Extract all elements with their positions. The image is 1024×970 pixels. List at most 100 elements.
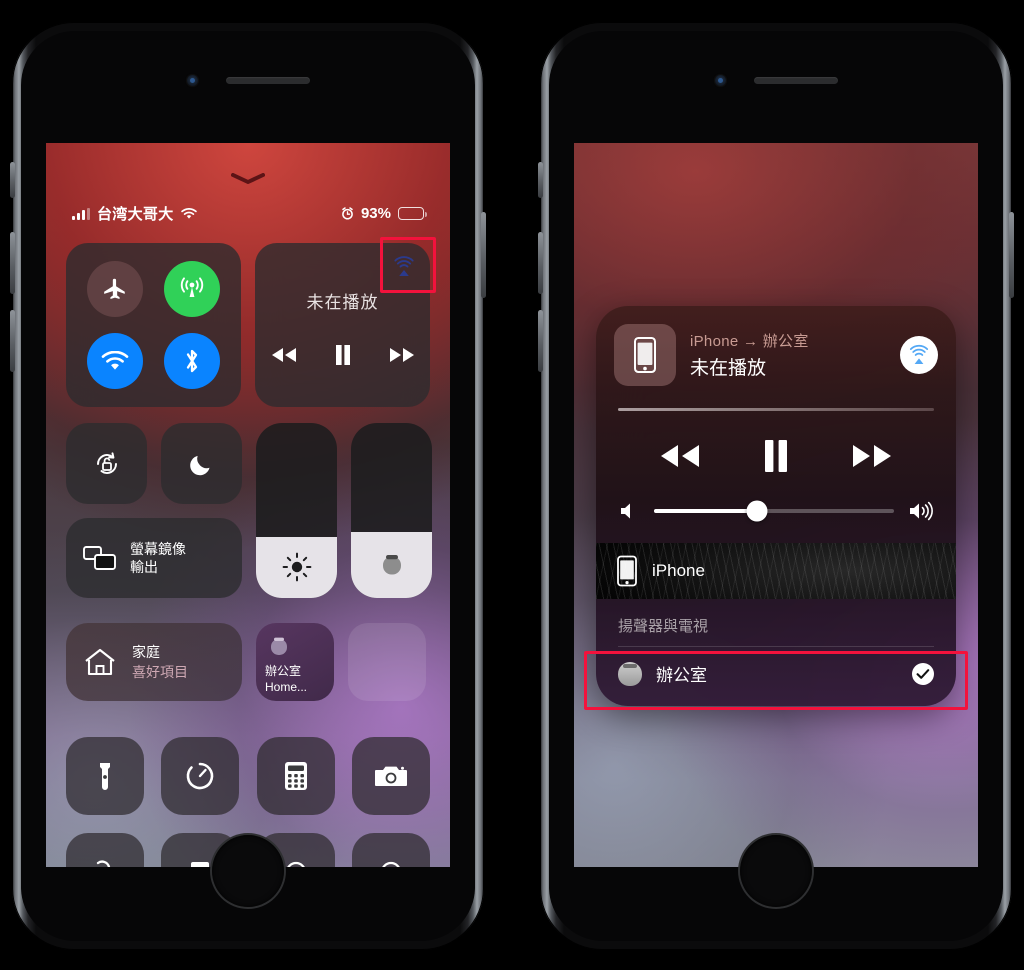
- airplane-icon: [103, 278, 125, 299]
- iphone-device-icon: [634, 337, 656, 373]
- home-button[interactable]: [212, 835, 284, 907]
- control-center-row-2: 螢幕鏡像 輸出: [66, 423, 432, 598]
- checkmark-icon: [912, 662, 934, 685]
- carrier-label: 台湾大哥大: [97, 206, 174, 223]
- bluetooth-button[interactable]: [164, 333, 221, 389]
- hearing-icon: [96, 860, 111, 867]
- volume-down-button[interactable]: [538, 310, 543, 372]
- homepod-icon: [618, 661, 642, 686]
- left-iphone-device: 台湾大哥大 93% 未在播放 螢幕鏡像 輸出 家庭 喜好項目 辦公室 Home.…: [10, 22, 486, 950]
- battery-percent-label: 93%: [360, 205, 391, 222]
- now-playing-tile[interactable]: 未在播放: [255, 237, 436, 407]
- calculator-icon: [284, 762, 307, 790]
- cellular-bars-icon: [72, 207, 90, 220]
- chevron-down-handle-icon: [231, 173, 265, 184]
- airplay-button[interactable]: [391, 254, 417, 280]
- flashlight-button[interactable]: [66, 737, 144, 815]
- speakers-section-title: 揚聲器與電視: [618, 618, 709, 635]
- voice-memo-button[interactable]: [351, 833, 430, 867]
- brightness-slider[interactable]: [256, 423, 337, 598]
- pause-icon[interactable]: [333, 343, 353, 367]
- wifi-icon: [101, 350, 129, 370]
- playback-progress-bar[interactable]: [618, 408, 934, 411]
- airplay-audio-icon: [394, 256, 414, 276]
- volume-slider-knob[interactable]: [746, 500, 768, 522]
- control-center-handle[interactable]: [231, 173, 265, 184]
- control-center-sliders: [256, 423, 432, 598]
- scan-icon: [286, 861, 305, 867]
- hearing-button[interactable]: [66, 833, 144, 867]
- cellular-antenna-icon: [181, 277, 204, 297]
- now-playing-artwork: [614, 324, 676, 386]
- right-phone-body: iPhone → 辦公室 未在播放 iPhone 揚聲器與電視 辦公室: [549, 31, 1003, 941]
- playback-transport-controls: [596, 437, 956, 475]
- volume-slider[interactable]: [351, 423, 432, 598]
- control-center-row-3: 家庭 喜好項目 辦公室 Home...: [66, 623, 430, 701]
- power-button[interactable]: [481, 212, 486, 298]
- cellular-data-button[interactable]: [164, 261, 221, 317]
- rewind-icon[interactable]: [269, 345, 299, 365]
- calculator-button[interactable]: [256, 737, 335, 815]
- camera-button[interactable]: [351, 737, 430, 815]
- mute-switch[interactable]: [538, 162, 543, 198]
- screenshot-canvas: 台湾大哥大 93% 未在播放 螢幕鏡像 輸出 家庭 喜好項目 辦公室 Home.…: [0, 0, 1024, 970]
- rewind-icon[interactable]: [657, 441, 703, 471]
- wifi-icon: [180, 207, 197, 219]
- left-screen: 台湾大哥大 93% 未在播放 螢幕鏡像 輸出 家庭 喜好項目 辦公室 Home.…: [46, 143, 450, 867]
- airplay-audio-icon: [909, 345, 929, 364]
- front-camera-icon: [186, 75, 198, 86]
- airplay-button[interactable]: [900, 336, 938, 374]
- rotation-lock-icon: [96, 451, 117, 474]
- home-label: 家庭: [132, 644, 160, 660]
- volume-slider[interactable]: [654, 500, 894, 522]
- right-sensor-row: [549, 75, 1003, 86]
- airplane-mode-button[interactable]: [86, 261, 143, 317]
- rotation-lock-button[interactable]: [66, 423, 147, 504]
- airplay-sheet: iPhone → 辦公室 未在播放 iPhone 揚聲器與電視 辦公室: [596, 306, 956, 706]
- right-iphone-device: iPhone → 辦公室 未在播放 iPhone 揚聲器與電視 辦公室: [538, 22, 1014, 950]
- pause-icon[interactable]: [761, 437, 791, 475]
- volume-up-button[interactable]: [538, 232, 543, 294]
- fast-forward-icon[interactable]: [387, 345, 417, 365]
- timer-icon: [187, 762, 214, 790]
- front-camera-icon: [714, 75, 726, 86]
- homepod-icon: [266, 633, 292, 659]
- home-button[interactable]: [740, 835, 812, 907]
- fast-forward-icon[interactable]: [849, 441, 895, 471]
- timer-button[interactable]: [161, 737, 240, 815]
- house-icon: [85, 648, 115, 676]
- home-favorites-button[interactable]: 家庭 喜好項目: [66, 623, 242, 701]
- accessory-sublabel: Home...: [265, 680, 308, 694]
- do-not-disturb-button[interactable]: [161, 423, 242, 504]
- now-playing-title: 未在播放: [306, 292, 379, 312]
- homepod-icon: [375, 548, 409, 582]
- volume-down-button[interactable]: [10, 310, 15, 372]
- earpiece-speaker-icon: [225, 77, 310, 84]
- device-name: 辦公室: [656, 666, 707, 685]
- screen-mirroring-label-line2: 輸出: [130, 559, 158, 575]
- screen-mirroring-icon: [83, 546, 116, 570]
- brightness-sun-icon: [282, 552, 311, 582]
- left-sensor-row: [21, 75, 475, 86]
- screen-mirroring-label-line1: 螢幕鏡像: [130, 540, 186, 557]
- flashlight-icon: [100, 763, 110, 790]
- connectivity-tile[interactable]: [66, 243, 241, 407]
- current-device-row[interactable]: iPhone: [596, 543, 956, 599]
- now-playing-state-label: 未在播放: [690, 358, 767, 379]
- device-row-office[interactable]: 辦公室: [596, 647, 956, 706]
- accessory-tile-office[interactable]: 辦公室 Home...: [256, 623, 334, 701]
- bluetooth-icon: [187, 349, 198, 373]
- earpiece-speaker-icon: [753, 77, 838, 84]
- now-playing-header: iPhone → 辦公室 未在播放: [596, 306, 956, 386]
- screen-mirroring-button[interactable]: 螢幕鏡像 輸出: [66, 518, 242, 598]
- power-button[interactable]: [1009, 212, 1014, 298]
- accessory-name: 辦公室: [265, 664, 302, 678]
- volume-up-button[interactable]: [10, 232, 15, 294]
- mute-switch[interactable]: [10, 162, 15, 198]
- camera-icon: [374, 766, 407, 786]
- moon-icon: [189, 455, 209, 475]
- wifi-button[interactable]: [86, 333, 143, 389]
- control-center-app-row-1: [66, 737, 430, 815]
- left-phone-body: 台湾大哥大 93% 未在播放 螢幕鏡像 輸出 家庭 喜好項目 辦公室 Home.…: [21, 31, 475, 941]
- control-center-top-grid: 未在播放: [66, 237, 436, 407]
